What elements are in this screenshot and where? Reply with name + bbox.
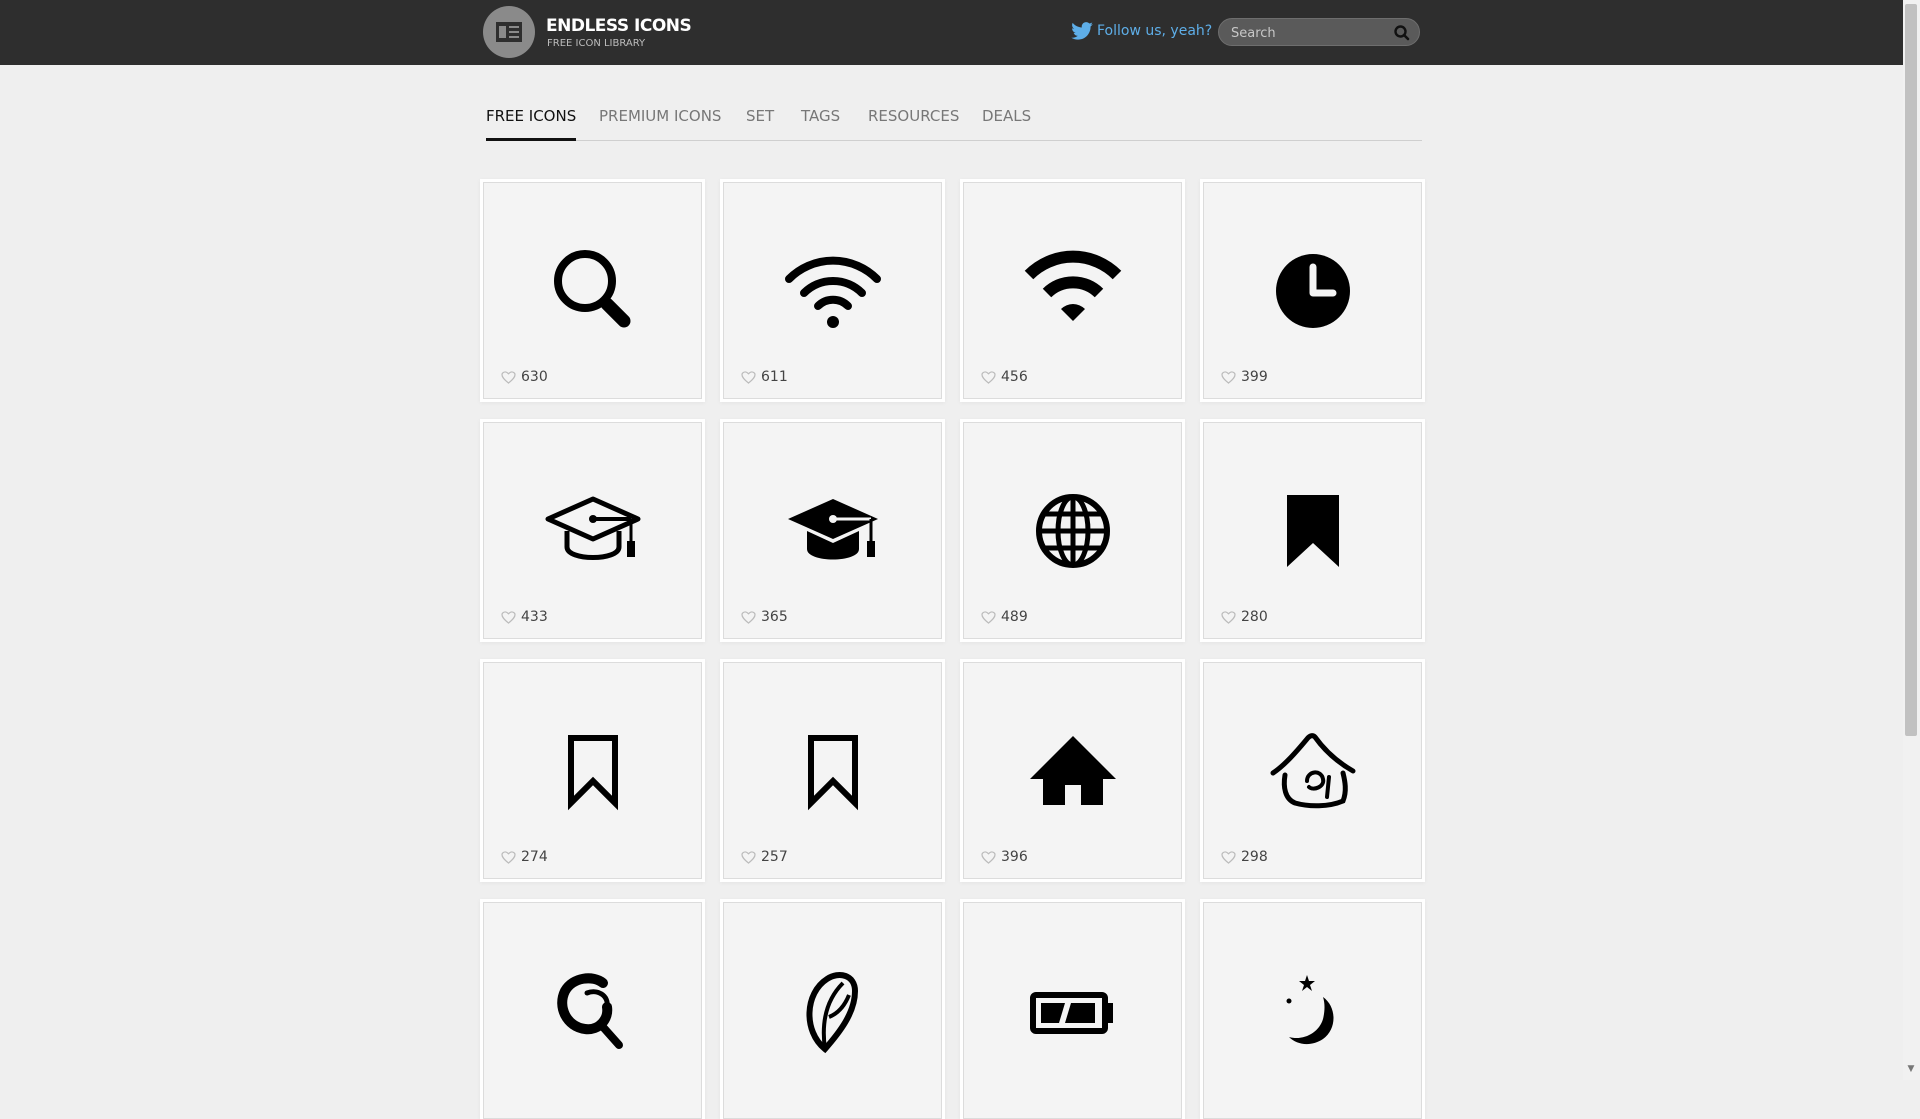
likes-count: 611 (741, 369, 788, 385)
likes-value: 396 (1001, 849, 1028, 865)
bookmark-outline-alt-icon (808, 735, 858, 811)
icon-card[interactable] (723, 902, 942, 1119)
heart-icon (741, 610, 756, 624)
likes-value: 630 (521, 369, 548, 385)
home-sketch-icon (1270, 733, 1356, 809)
follow-twitter-link[interactable]: Follow us, yeah? (1071, 22, 1212, 40)
icon-card[interactable]: 298 (1203, 662, 1422, 879)
likes-value: 489 (1001, 609, 1028, 625)
likes-value: 433 (521, 609, 548, 625)
graduation-cap-outline-icon (545, 496, 641, 560)
likes-count: 280 (1221, 609, 1268, 625)
heart-icon (1221, 850, 1236, 864)
icon-card[interactable]: 456 (963, 182, 1182, 399)
tab-deals[interactable]: DEALS (982, 107, 1031, 125)
likes-value: 280 (1241, 609, 1268, 625)
icon-card[interactable]: 489 (963, 422, 1182, 639)
icon-card[interactable] (1203, 902, 1422, 1119)
twitter-bird-icon (1071, 22, 1093, 40)
likes-count: 489 (981, 609, 1028, 625)
tab-tags[interactable]: TAGS (801, 107, 840, 125)
brand-name[interactable]: ENDLESS ICONS (546, 16, 692, 36)
likes-value: 274 (521, 849, 548, 865)
icon-card[interactable]: 433 (483, 422, 702, 639)
likes-count: 396 (981, 849, 1028, 865)
icon-card[interactable]: 274 (483, 662, 702, 879)
follow-label: Follow us, yeah? (1097, 23, 1213, 39)
globe-icon (1036, 494, 1110, 568)
icon-card[interactable]: 280 (1203, 422, 1422, 639)
icon-card[interactable]: 365 (723, 422, 942, 639)
wifi-bold-icon (1024, 250, 1122, 321)
tab-resources[interactable]: RESOURCES (868, 107, 959, 125)
search-box (1218, 18, 1420, 46)
logo[interactable] (483, 6, 535, 58)
icon-card[interactable] (963, 902, 1182, 1119)
tab-premium-icons[interactable]: PREMIUM ICONS (599, 107, 721, 125)
likes-count: 630 (501, 369, 548, 385)
clock-icon (1276, 254, 1350, 328)
likes-value: 257 (761, 849, 788, 865)
bookmark-outline-icon (568, 735, 618, 811)
heart-icon (981, 370, 996, 384)
icon-card[interactable]: 630 (483, 182, 702, 399)
tab-free-icons[interactable]: FREE ICONS (486, 107, 577, 141)
likes-count: 298 (1221, 849, 1268, 865)
heart-icon (741, 370, 756, 384)
likes-value: 611 (761, 369, 788, 385)
icon-card[interactable]: 611 (723, 182, 942, 399)
search-sketch-icon (557, 973, 623, 1049)
heart-icon (1221, 370, 1236, 384)
top-header: ENDLESS ICONS FREE ICON LIBRARY Follow u… (0, 0, 1903, 65)
likes-count: 456 (981, 369, 1028, 385)
bookmark-icon (1287, 495, 1339, 567)
heart-icon (501, 610, 516, 624)
icon-card[interactable]: 399 (1203, 182, 1422, 399)
search-icon[interactable] (1393, 24, 1411, 42)
tab-set[interactable]: SET (746, 107, 774, 125)
home-icon (1030, 736, 1116, 805)
search-input[interactable] (1229, 22, 1393, 44)
likes-count: 274 (501, 849, 548, 865)
battery-icon (1030, 992, 1113, 1034)
wifi-icon (785, 256, 881, 328)
heart-icon (501, 370, 516, 384)
heart-icon (981, 850, 996, 864)
icon-card[interactable] (483, 902, 702, 1119)
likes-count: 257 (741, 849, 788, 865)
likes-count: 399 (1221, 369, 1268, 385)
graduation-cap-icon (788, 499, 878, 560)
heart-icon (981, 610, 996, 624)
likes-value: 456 (1001, 369, 1028, 385)
leaf-icon (806, 972, 859, 1054)
likes-value: 399 (1241, 369, 1268, 385)
heart-icon (501, 850, 516, 864)
heart-icon (1221, 610, 1236, 624)
window-layout-icon (496, 22, 522, 42)
search-icon (554, 250, 631, 328)
likes-value: 365 (761, 609, 788, 625)
likes-count: 433 (501, 609, 548, 625)
likes-value: 298 (1241, 849, 1268, 865)
likes-count: 365 (741, 609, 788, 625)
moon-stars-icon (1286, 975, 1334, 1045)
icon-card[interactable]: 396 (963, 662, 1182, 879)
brand-tagline: FREE ICON LIBRARY (547, 38, 646, 49)
scrollbar-thumb[interactable] (1905, 4, 1917, 736)
scroll-down-icon[interactable]: ▼ (1905, 1064, 1917, 1076)
icon-card[interactable]: 257 (723, 662, 942, 879)
category-tabs: FREE ICONS PREMIUM ICONS SET TAGS RESOUR… (486, 104, 1422, 141)
heart-icon (741, 850, 756, 864)
